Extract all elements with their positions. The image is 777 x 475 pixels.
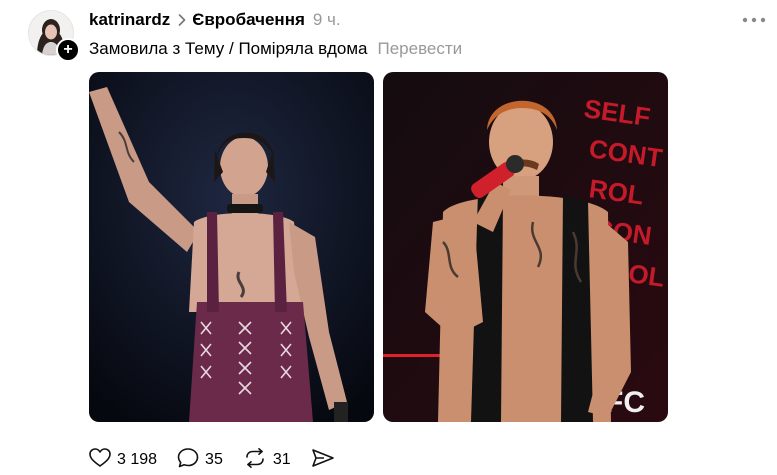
post-caption: Замовила з Тему / Поміряла вдома: [89, 39, 368, 58]
repost-count: 31: [272, 451, 291, 468]
comment-button[interactable]: 35: [177, 447, 223, 473]
username[interactable]: katrinardz: [89, 10, 170, 30]
post-time: 9 ч.: [312, 10, 341, 29]
share-button[interactable]: [311, 448, 335, 473]
like-count: 3 198: [117, 451, 158, 468]
post-actions: 3 198 35 31: [89, 447, 355, 473]
photo-performer-2: SELF CONT ROL CON TROL FC: [383, 72, 668, 422]
post-header: katrinardz Євробачення 9 ч.: [89, 9, 341, 31]
like-button[interactable]: 3 198: [89, 447, 158, 473]
post-caption-row: Замовила з Тему / Поміряла вдома Перевес…: [89, 39, 462, 59]
comment-icon: [177, 447, 199, 473]
follow-plus-icon[interactable]: +: [56, 38, 80, 62]
share-icon: [311, 448, 335, 473]
repost-button[interactable]: 31: [243, 447, 291, 473]
avatar-container[interactable]: +: [28, 10, 80, 62]
post-photo-1[interactable]: [89, 72, 374, 422]
post-photo-2[interactable]: SELF CONT ROL CON TROL FC: [383, 72, 668, 422]
chevron-right-icon: [178, 14, 186, 26]
photo-performer-1: [89, 72, 374, 422]
community-name[interactable]: Євробачення: [192, 10, 305, 30]
comment-count: 35: [205, 451, 223, 468]
repost-icon: [243, 447, 267, 473]
translate-link[interactable]: Перевести: [378, 39, 463, 59]
more-icon[interactable]: [741, 12, 767, 28]
heart-icon: [89, 447, 111, 473]
